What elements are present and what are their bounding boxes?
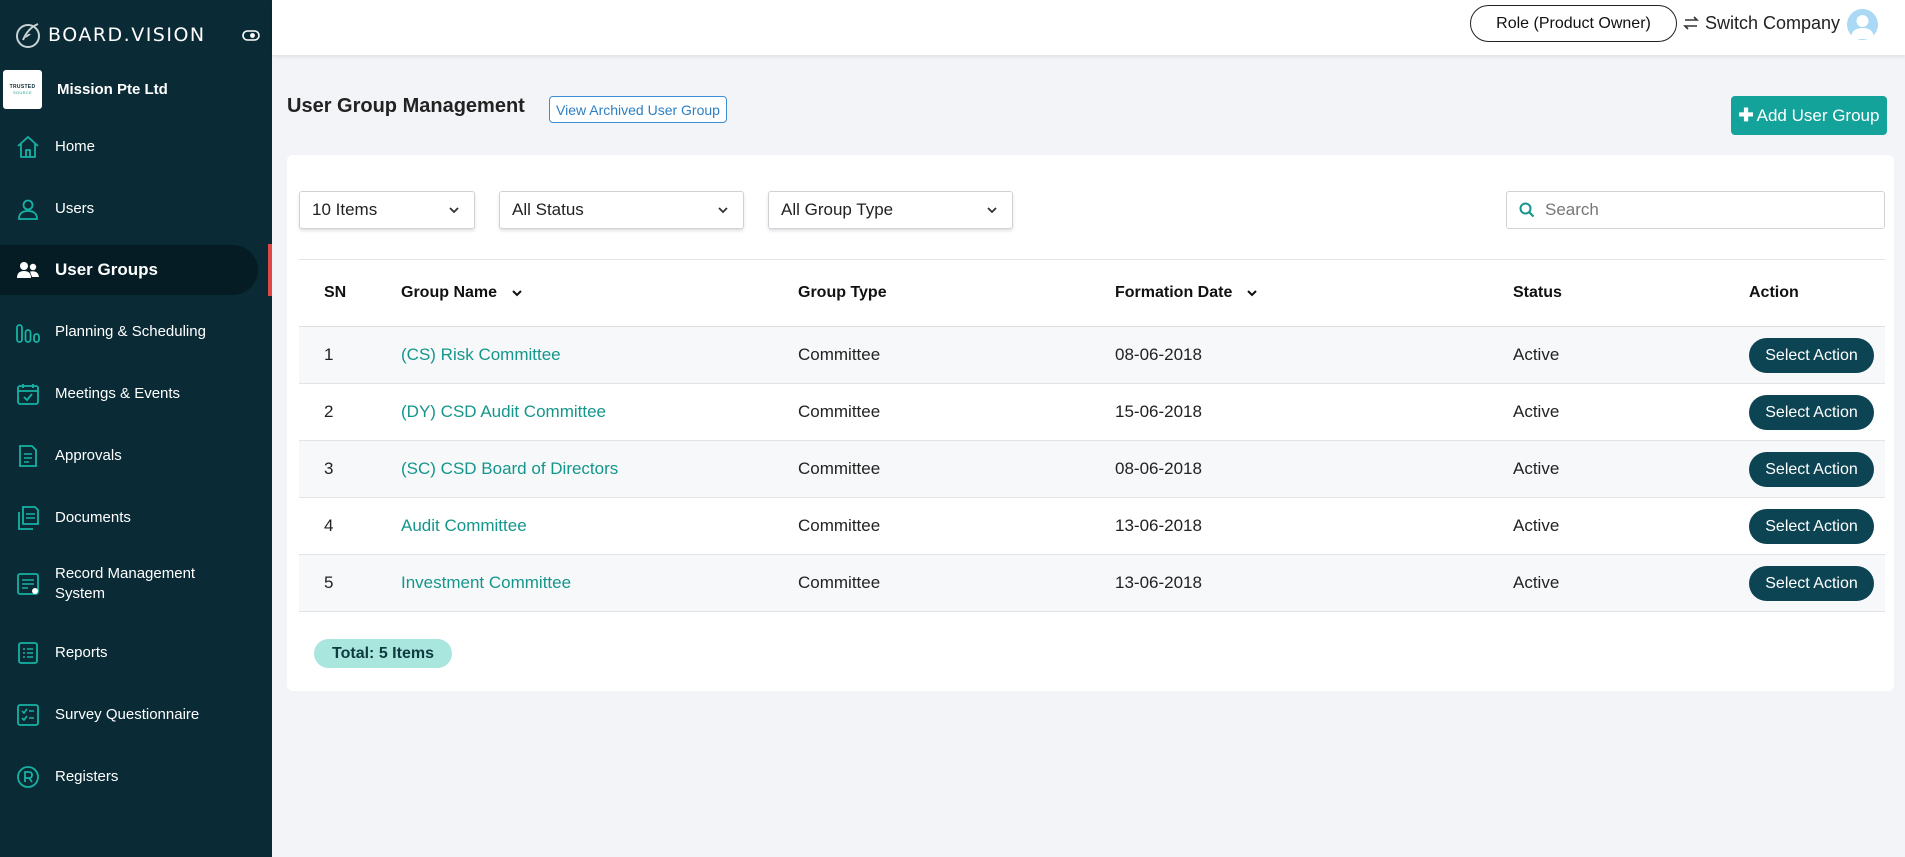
sort-chevron-icon[interactable]: [1246, 287, 1258, 299]
table-row: 4 Audit Committee Committee 13-06-2018 A…: [299, 498, 1885, 555]
group-type-filter-select[interactable]: All Group Type: [768, 191, 1013, 229]
chevron-down-icon: [718, 207, 728, 214]
cell-status: Active: [1513, 402, 1560, 421]
switch-arrows-icon: [1683, 16, 1699, 30]
select-action-button[interactable]: Select Action: [1749, 338, 1874, 373]
board-vision-logo-icon: [16, 23, 40, 48]
cell-sn: 1: [324, 345, 334, 364]
cell-formation-date: 15-06-2018: [1115, 402, 1202, 421]
column-header-group-name[interactable]: Group Name: [401, 284, 523, 302]
cell-group-type: Committee: [798, 516, 881, 535]
cell-sn: 2: [324, 402, 334, 421]
search-box: [1506, 191, 1885, 229]
cell-group-type: Committee: [798, 573, 881, 592]
cell-formation-date: 13-06-2018: [1115, 573, 1202, 592]
column-header-group-type: Group Type: [798, 284, 887, 301]
sidebar-toggle-icon[interactable]: [242, 26, 260, 44]
add-user-group-button[interactable]: ✚ Add User Group: [1731, 96, 1887, 135]
cell-group-type: Committee: [798, 459, 881, 478]
column-header-action: Action: [1749, 284, 1799, 301]
cell-formation-date: 08-06-2018: [1115, 345, 1202, 364]
cell-sn: 5: [324, 573, 334, 592]
plus-icon: ✚: [1738, 105, 1754, 125]
cell-status: Active: [1513, 345, 1560, 364]
calendar-check-icon: [17, 384, 39, 405]
table-header: SN Group Name Group Type Formation Date …: [299, 259, 1885, 327]
user-icon: [18, 199, 38, 220]
add-user-group-label: Add User Group: [1756, 105, 1880, 125]
switch-company-label: Switch Company: [1705, 12, 1841, 33]
user-group-table: SN Group Name Group Type Formation Date …: [299, 259, 1885, 612]
select-action-button[interactable]: Select Action: [1749, 452, 1874, 487]
sidebar-item-users[interactable]: Users: [0, 184, 258, 234]
sidebar-item-registers[interactable]: Registers: [0, 752, 258, 802]
user-group-card: 10 Items All Status All Group Type SN Gr…: [287, 155, 1894, 691]
bar-chart-icon: [16, 324, 40, 343]
user-group-icon: [17, 262, 39, 278]
items-per-page-select[interactable]: 10 Items: [299, 191, 475, 229]
switch-company-button[interactable]: Switch Company: [1682, 10, 1840, 36]
sidebar-item-planning-scheduling[interactable]: Planning & Scheduling: [0, 307, 258, 357]
cell-group-type: Committee: [798, 402, 881, 421]
cell-status: Active: [1513, 573, 1560, 592]
select-action-button[interactable]: Select Action: [1749, 395, 1874, 430]
chevron-down-icon: [987, 207, 997, 214]
cell-formation-date: 08-06-2018: [1115, 459, 1202, 478]
sort-chevron-icon[interactable]: [511, 287, 523, 299]
cell-group-type: Committee: [798, 345, 881, 364]
table-row: 5 Investment Committee Committee 13-06-2…: [299, 555, 1885, 612]
sidebar-item-record-management-system[interactable]: Record Management System: [0, 556, 258, 612]
sidebar-item-documents[interactable]: Documents: [0, 493, 258, 543]
survey-icon: [17, 704, 39, 726]
sidebar-item-approvals[interactable]: Approvals: [0, 431, 258, 481]
group-name-link[interactable]: (SC) CSD Board of Directors: [401, 459, 618, 479]
app-logo: BOARD.VISION: [14, 18, 260, 52]
column-header-formation-date[interactable]: Formation Date: [1115, 284, 1258, 302]
group-name-link[interactable]: (DY) CSD Audit Committee: [401, 402, 606, 422]
sidebar-item-home[interactable]: Home: [0, 122, 258, 172]
registered-icon: [17, 766, 39, 788]
approval-document-icon: [19, 445, 37, 467]
group-name-link[interactable]: Investment Committee: [401, 573, 571, 593]
select-action-button[interactable]: Select Action: [1749, 566, 1874, 601]
top-bar: Role (Product Owner) Switch Company: [272, 0, 1905, 55]
avatar[interactable]: [1847, 9, 1878, 40]
column-header-status: Status: [1513, 284, 1562, 301]
table-row: 1 (CS) Risk Committee Committee 08-06-20…: [299, 327, 1885, 384]
view-archived-user-group-button[interactable]: View Archived User Group: [549, 96, 727, 123]
group-name-link[interactable]: Audit Committee: [401, 516, 527, 536]
logo-text: BOARD.VISION: [48, 24, 206, 46]
documents-icon: [18, 506, 39, 530]
total-items-badge: Total: 5 Items: [314, 639, 452, 668]
home-icon: [17, 136, 39, 158]
role-button[interactable]: Role (Product Owner): [1470, 5, 1677, 42]
cell-sn: 3: [324, 459, 334, 478]
status-filter-select[interactable]: All Status: [499, 191, 744, 229]
group-name-link[interactable]: (CS) Risk Committee: [401, 345, 561, 365]
active-nav-indicator: [268, 244, 272, 296]
column-header-sn: SN: [324, 284, 347, 301]
record-management-icon: [17, 573, 39, 595]
table-row: 2 (DY) CSD Audit Committee Committee 15-…: [299, 384, 1885, 441]
search-icon: [1519, 202, 1535, 218]
report-list-icon: [18, 642, 38, 664]
sidebar-item-meetings-events[interactable]: Meetings & Events: [0, 369, 258, 419]
sidebar-item-reports[interactable]: Reports: [0, 628, 258, 678]
cell-sn: 4: [324, 516, 334, 535]
select-action-button[interactable]: Select Action: [1749, 509, 1874, 544]
search-input[interactable]: [1545, 200, 1865, 220]
company-logo: TRUSTED SOURCE: [3, 70, 42, 109]
company-name: Mission Pte Ltd: [57, 81, 168, 98]
cell-status: Active: [1513, 516, 1560, 535]
cell-status: Active: [1513, 459, 1560, 478]
sidebar: BOARD.VISION TRUSTED SOURCE Mission Pte …: [0, 0, 272, 857]
sidebar-item-survey-questionnaire[interactable]: Survey Questionnaire: [0, 690, 258, 740]
page-title: User Group Management: [287, 95, 525, 117]
sidebar-item-user-groups[interactable]: User Groups: [0, 245, 258, 295]
chevron-down-icon: [449, 207, 459, 214]
cell-formation-date: 13-06-2018: [1115, 516, 1202, 535]
user-avatar-icon: [1851, 15, 1874, 39]
company-switcher: TRUSTED SOURCE Mission Pte Ltd: [3, 70, 168, 109]
table-row: 3 (SC) CSD Board of Directors Committee …: [299, 441, 1885, 498]
